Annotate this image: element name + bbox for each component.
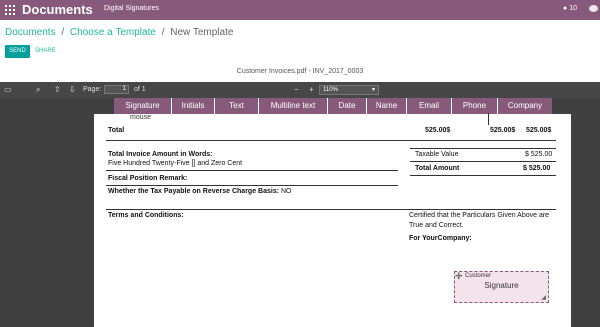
previous-page-icon[interactable]: ⇧ <box>54 86 61 94</box>
breadcrumb-choose-template[interactable]: Choose a Template <box>70 27 156 38</box>
divider <box>106 185 398 186</box>
taxable-value: $ 525.00 <box>525 151 553 158</box>
divider <box>106 170 398 171</box>
total-label: Total <box>108 127 125 134</box>
divider <box>106 209 556 210</box>
field-text[interactable]: Text <box>214 98 258 114</box>
divider <box>106 140 556 141</box>
fiscal-remark-label: Fiscal Position Remark: <box>108 175 188 182</box>
breadcrumb-current: New Template <box>170 27 234 38</box>
reverse-charge-row: Whether the Tax Payable on Reverse Charg… <box>108 188 292 195</box>
page-label: Page: <box>83 86 102 93</box>
zoom-in-button[interactable]: + <box>309 86 314 94</box>
nav-digital-signatures[interactable]: Digital Signatures <box>104 5 159 12</box>
chevron-down-icon: ▾ <box>371 87 375 93</box>
breadcrumb: Documents / Choose a Template / New Temp… <box>5 27 233 38</box>
next-page-icon[interactable]: ⇩ <box>69 86 76 94</box>
divider <box>410 148 556 149</box>
amount-words-value: Five Hundred Twenty-Five [] and Zero Cen… <box>108 160 243 167</box>
certified-line-1: Certified that the Particulars Given Abo… <box>409 212 550 219</box>
signature-field-box[interactable]: ✛ Customer Signature ◢ <box>454 271 549 303</box>
top-navbar: Documents Digital Signatures ● 10 <box>0 0 600 20</box>
signature-type: Signature <box>484 281 519 290</box>
share-button[interactable]: SHARE <box>35 45 56 58</box>
taxable-label: Taxable Value <box>415 151 459 158</box>
notification-count: 10 <box>569 5 577 12</box>
sidebar-toggle-icon[interactable]: ▭ <box>4 86 12 94</box>
field-multiline-text[interactable]: Multiline text <box>258 98 327 114</box>
search-icon[interactable]: ⌕ <box>36 86 40 94</box>
divider <box>410 161 556 162</box>
text-cursor <box>488 113 489 125</box>
cursor-tooltip: mouse <box>130 114 152 121</box>
zoom-select[interactable]: 110% ▾ <box>319 85 379 95</box>
notifications[interactable]: ● 10 <box>563 5 577 12</box>
send-button[interactable]: SEND <box>5 45 30 58</box>
resize-handle-icon[interactable]: ◢ <box>541 294 546 301</box>
breadcrumb-documents[interactable]: Documents <box>5 27 56 38</box>
terms-label: Terms and Conditions: <box>108 212 184 219</box>
zoom-value: 110% <box>323 87 338 93</box>
field-email[interactable]: Email <box>406 98 451 114</box>
page-number-input[interactable]: 1 <box>104 85 129 94</box>
reverse-charge-value: NO <box>281 188 292 195</box>
field-signature[interactable]: Signature <box>114 98 171 114</box>
reverse-charge-label: Whether the Tax Payable on Reverse Charg… <box>108 188 280 195</box>
certified-line-2: True and Correct. <box>409 222 464 229</box>
total-amount-value: $ 525.00 <box>523 165 551 172</box>
divider <box>410 175 556 176</box>
signature-field-types: Signature Initials Text Multiline text D… <box>114 98 552 114</box>
field-company[interactable]: Company <box>497 98 552 114</box>
field-name[interactable]: Name <box>366 98 406 114</box>
signature-role: Customer <box>465 273 492 279</box>
amount-words-label: Total Invoice Amount in Words: <box>108 151 213 158</box>
for-company: For YourCompany: <box>409 235 472 242</box>
page-count: of 1 <box>134 86 146 93</box>
total-amount-label: Total Amount <box>415 165 460 172</box>
bell-icon: ● <box>563 5 568 12</box>
zoom-out-button[interactable]: − <box>294 86 299 94</box>
field-date[interactable]: Date <box>327 98 366 114</box>
field-initials[interactable]: Initials <box>171 98 214 114</box>
total-col-1: 525.00$ <box>425 127 451 134</box>
apps-icon[interactable] <box>5 5 15 15</box>
move-icon[interactable]: ✛ <box>455 272 463 281</box>
chat-icon[interactable] <box>589 5 598 12</box>
field-phone[interactable]: Phone <box>451 98 497 114</box>
breadcrumb-separator: / <box>161 27 165 38</box>
app-title[interactable]: Documents <box>22 2 93 17</box>
total-col-2: 525.00$ <box>490 127 516 134</box>
document-title: Customer Invoices.pdf - INV_2017_0003 <box>236 68 364 75</box>
breadcrumb-separator: / <box>61 27 65 38</box>
pdf-toolbar: ▭ ⌕ ⇧ ⇩ Page: 1 of 1 − + 110% ▾ <box>0 82 600 98</box>
total-col-3: 525.00$ <box>526 127 552 134</box>
